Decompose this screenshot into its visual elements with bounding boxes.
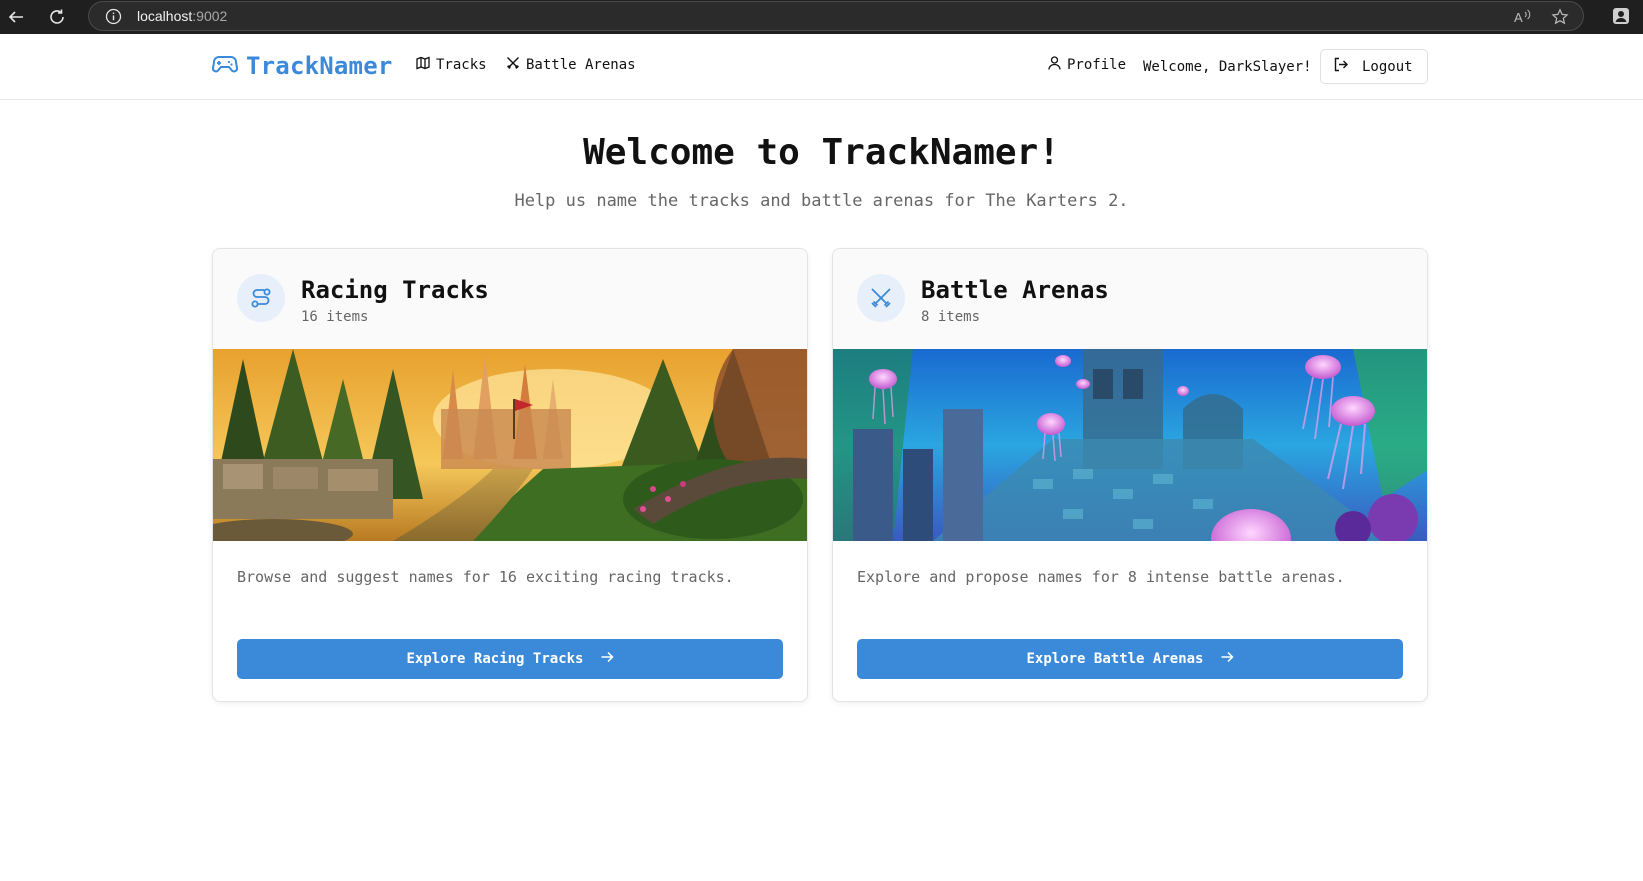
profile-icon[interactable] [1611,6,1631,30]
arrow-right-icon [600,650,614,668]
nav-battle-arenas[interactable]: Battle Arenas [506,56,636,74]
card-description: Explore and propose names for 8 intense … [857,568,1345,586]
nav-battle-arenas-label: Battle Arenas [526,57,636,73]
card-item-count: 8 items [921,309,981,325]
browser-toolbar: localhost:9002 A [0,0,1643,34]
favorite-star-icon[interactable] [1551,8,1569,30]
url-text: localhost:9002 [137,8,228,24]
arrow-right-icon [1220,650,1234,668]
card-item-count: 16 items [301,309,369,325]
logout-icon [1333,57,1348,76]
page-title: Welcome to TrackNamer! [583,132,1060,173]
page-subtitle: Help us name the tracks and battle arena… [514,191,1129,211]
card-title: Battle Arenas [921,276,1109,304]
racing-tracks-card: Racing Tracks 16 items Browse and sugges… [212,248,808,702]
battle-arenas-card: Battle Arenas 8 items Explore and propos… [832,248,1428,702]
address-bar[interactable]: localhost:9002 A [88,1,1584,31]
card-header: Racing Tracks 16 items [213,249,807,349]
button-label: Explore Battle Arenas [1026,651,1204,667]
nav-profile[interactable]: Profile [1048,56,1126,74]
gamepad-icon [212,54,238,78]
nav-tracks-label: Tracks [436,57,487,73]
route-icon [237,274,285,322]
svg-text:A: A [1514,10,1523,25]
battle-arena-image [833,349,1427,541]
logout-label: Logout [1362,58,1413,75]
logout-button[interactable]: Logout [1320,49,1428,84]
read-aloud-icon[interactable]: A [1513,8,1533,30]
explore-racing-tracks-button[interactable]: Explore Racing Tracks [237,639,783,679]
crossed-swords-icon [506,56,520,74]
map-icon [416,56,430,74]
card-description: Browse and suggest names for 16 exciting… [237,568,734,586]
nav-tracks[interactable]: Tracks [416,56,487,74]
card-title: Racing Tracks [301,276,489,304]
reload-icon[interactable] [44,4,70,30]
explore-battle-arenas-button[interactable]: Explore Battle Arenas [857,639,1403,679]
card-header: Battle Arenas 8 items [833,249,1427,349]
brand-logo[interactable]: TrackNamer [212,52,393,80]
button-label: Explore Racing Tracks [406,651,584,667]
nav-profile-label: Profile [1067,57,1127,73]
info-icon[interactable] [105,8,122,29]
app-header: TrackNamer Tracks Battle Arenas Profile … [0,34,1643,100]
welcome-user-text: Welcome, DarkSlayer! [1143,59,1312,75]
user-icon [1048,56,1061,74]
crossed-swords-icon [857,274,905,322]
brand-name: TrackNamer [246,52,393,80]
back-arrow-icon[interactable] [3,4,29,30]
racing-track-image [213,349,807,541]
